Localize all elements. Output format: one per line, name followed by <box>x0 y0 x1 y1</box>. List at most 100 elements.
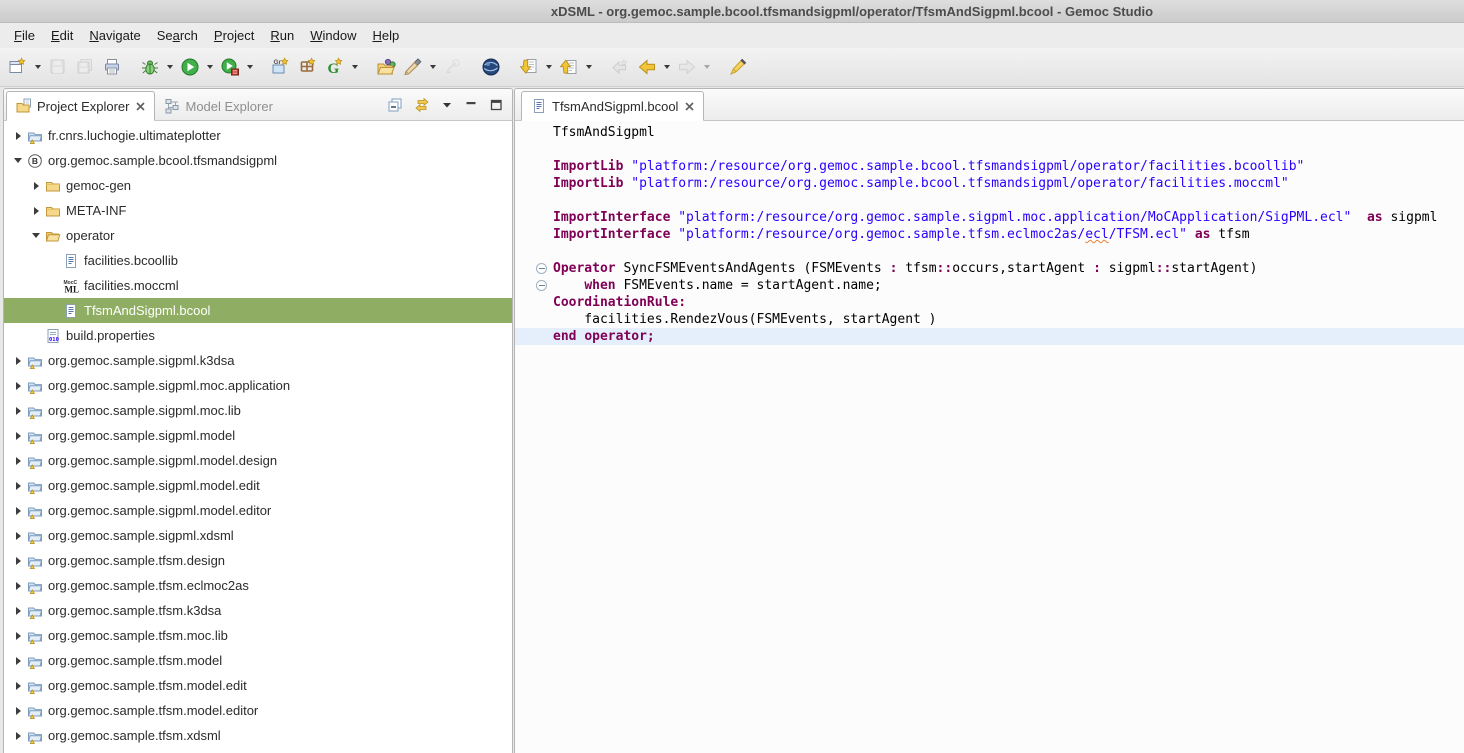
tree-item-org-gemoc-sample-tfsm-moc-lib[interactable]: org.gemoc.sample.tfsm.moc.lib <box>4 623 512 648</box>
collapsed-arrow-icon[interactable] <box>10 432 26 440</box>
tree-item-fr-cnrs-luchogie-ultimateplotter[interactable]: fr.cnrs.luchogie.ultimateplotter <box>4 123 512 148</box>
paintbrush-button[interactable] <box>399 54 426 81</box>
new-gemoc-dropdown[interactable] <box>348 54 361 81</box>
new-gemoc-button[interactable]: G <box>321 54 348 81</box>
collapsed-arrow-icon[interactable] <box>10 457 26 465</box>
collapsed-arrow-icon[interactable] <box>10 382 26 390</box>
menu-item-run[interactable]: Run <box>262 25 302 46</box>
code-line <box>515 192 1464 209</box>
forward-dropdown[interactable] <box>700 54 713 81</box>
coverage-button[interactable] <box>216 54 243 81</box>
tree-item-meta-inf[interactable]: META-INF <box>4 198 512 223</box>
run-dropdown[interactable] <box>203 54 216 81</box>
tree-item-build-properties[interactable]: 010build.properties <box>4 323 512 348</box>
highlight-marker-button[interactable] <box>724 54 751 81</box>
tree-item-org-gemoc-sample-tfsm-k3dsa[interactable]: org.gemoc.sample.tfsm.k3dsa <box>4 598 512 623</box>
coverage-dropdown[interactable] <box>243 54 256 81</box>
menu-item-window[interactable]: Window <box>302 25 364 46</box>
tree-item-org-gemoc-sample-bcool-tfsmandsigpml[interactable]: Borg.gemoc.sample.bcool.tfsmandsigpml <box>4 148 512 173</box>
collapsed-arrow-icon[interactable] <box>10 507 26 515</box>
tab-model-explorer[interactable]: Model Explorer <box>155 92 281 120</box>
tree-item-label: build.properties <box>66 328 155 343</box>
collapsed-arrow-icon[interactable] <box>10 132 26 140</box>
project-icon <box>26 478 43 494</box>
tree-item-org-gemoc-sample-tfsm-design[interactable]: org.gemoc.sample.tfsm.design <box>4 548 512 573</box>
collapsed-arrow-icon[interactable] <box>10 407 26 415</box>
back-button[interactable] <box>633 54 660 81</box>
debug-dropdown[interactable] <box>163 54 176 81</box>
menu-item-file[interactable]: File <box>6 25 43 46</box>
prev-annotation-dropdown[interactable] <box>582 54 595 81</box>
tree-item-org-gemoc-sample-tfsm-xdsml[interactable]: org.gemoc.sample.tfsm.xdsml <box>4 723 512 748</box>
maximize-button[interactable] <box>489 98 503 112</box>
tree-item-org-gemoc-sample-sigpml-k3dsa[interactable]: org.gemoc.sample.sigpml.k3dsa <box>4 348 512 373</box>
tree-item-org-gemoc-sample-tfsm-eclmoc2as[interactable]: org.gemoc.sample.tfsm.eclmoc2as <box>4 573 512 598</box>
tree-item-operator[interactable]: operator <box>4 223 512 248</box>
collapsed-arrow-icon[interactable] <box>28 182 44 190</box>
link-with-editor-button[interactable] <box>414 97 430 113</box>
close-icon[interactable] <box>685 102 694 111</box>
expanded-arrow-icon[interactable] <box>10 158 26 163</box>
collapsed-arrow-icon[interactable] <box>10 632 26 640</box>
tree-item-org-gemoc-sample-sigpml-moc-application[interactable]: org.gemoc.sample.sigpml.moc.application <box>4 373 512 398</box>
next-annotation-button[interactable] <box>515 54 542 81</box>
minimize-button[interactable] <box>464 98 478 112</box>
collapsed-arrow-icon[interactable] <box>10 532 26 540</box>
view-menu-button[interactable] <box>441 99 453 111</box>
fold-minus-icon[interactable] <box>536 280 547 291</box>
tree-item-facilities-bcoollib[interactable]: facilities.bcoollib <box>4 248 512 273</box>
code-editor[interactable]: TfsmAndSigpmlImportLib "platform:/resour… <box>515 121 1464 753</box>
project-icon <box>26 428 43 444</box>
prev-annotation-button[interactable] <box>555 54 582 81</box>
tree-item-org-gemoc-sample-tfsm-model-editor[interactable]: org.gemoc.sample.tfsm.model.editor <box>4 698 512 723</box>
tree-item-label: org.gemoc.sample.sigpml.k3dsa <box>48 353 234 368</box>
title-bar[interactable]: xDSML - org.gemoc.sample.bcool.tfsmandsi… <box>0 0 1464 23</box>
expanded-arrow-icon[interactable] <box>28 233 44 238</box>
tree-item-org-gemoc-sample-sigpml-model-design[interactable]: org.gemoc.sample.sigpml.model.design <box>4 448 512 473</box>
new-wizard-button[interactable] <box>4 54 31 81</box>
browser-button[interactable] <box>477 54 504 81</box>
tab-tfsmandsigpml-bcool[interactable]: TfsmAndSigpml.bcool <box>521 91 704 121</box>
tree-item-org-gemoc-sample-sigpml-model-editor[interactable]: org.gemoc.sample.sigpml.model.editor <box>4 498 512 523</box>
menu-item-edit[interactable]: Edit <box>43 25 81 46</box>
collapsed-arrow-icon[interactable] <box>10 482 26 490</box>
collapsed-arrow-icon[interactable] <box>28 207 44 215</box>
collapsed-arrow-icon[interactable] <box>10 357 26 365</box>
tree-item-tfsmandsigpml-bcool[interactable]: TfsmAndSigpml.bcool <box>4 298 512 323</box>
collapsed-arrow-icon[interactable] <box>10 732 26 740</box>
collapsed-arrow-icon[interactable] <box>10 557 26 565</box>
collapsed-arrow-icon[interactable] <box>10 657 26 665</box>
collapsed-arrow-icon[interactable] <box>10 607 26 615</box>
paintbrush-dropdown[interactable] <box>426 54 439 81</box>
fold-minus-icon[interactable] <box>536 263 547 274</box>
tree-item-org-gemoc-sample-sigpml-model[interactable]: org.gemoc.sample.sigpml.model <box>4 423 512 448</box>
tree-item-org-gemoc-sample-sigpml-moc-lib[interactable]: org.gemoc.sample.sigpml.moc.lib <box>4 398 512 423</box>
collapsed-arrow-icon[interactable] <box>10 682 26 690</box>
debug-button[interactable] <box>136 54 163 81</box>
menu-item-help[interactable]: Help <box>364 25 407 46</box>
close-icon[interactable] <box>136 102 145 111</box>
new-plugin-button[interactable] <box>294 54 321 81</box>
tree-item-gemoc-gen[interactable]: gemoc-gen <box>4 173 512 198</box>
run-button[interactable] <box>176 54 203 81</box>
tab-project-explorer[interactable]: Project Explorer <box>6 91 155 121</box>
tree-item-org-gemoc-sample-sigpml-model-edit[interactable]: org.gemoc.sample.sigpml.model.edit <box>4 473 512 498</box>
menu-item-search[interactable]: Search <box>149 25 206 46</box>
collapsed-arrow-icon[interactable] <box>10 582 26 590</box>
new-wizard-dropdown[interactable] <box>31 54 44 81</box>
back-dropdown[interactable] <box>660 54 673 81</box>
tree-item-org-gemoc-sample-tfsm-model-edit[interactable]: org.gemoc.sample.tfsm.model.edit <box>4 673 512 698</box>
collapsed-arrow-icon[interactable] <box>10 707 26 715</box>
collapse-all-button[interactable] <box>387 97 403 113</box>
tree-item-facilities-moccml[interactable]: MocCMLfacilities.moccml <box>4 273 512 298</box>
new-diagram-button[interactable]: Gr <box>267 54 294 81</box>
menu-item-project[interactable]: Project <box>206 25 262 46</box>
tree-item-org-gemoc-sample-tfsm-model[interactable]: org.gemoc.sample.tfsm.model <box>4 648 512 673</box>
menu-item-navigate[interactable]: Navigate <box>81 25 148 46</box>
tree-item-org-gemoc-sample-sigpml-xdsml[interactable]: org.gemoc.sample.sigpml.xdsml <box>4 523 512 548</box>
next-annotation-dropdown[interactable] <box>542 54 555 81</box>
print-button[interactable] <box>98 54 125 81</box>
sketch-button <box>439 54 466 81</box>
open-model-button[interactable] <box>372 54 399 81</box>
tree-item-label: org.gemoc.sample.sigpml.moc.application <box>48 378 290 393</box>
